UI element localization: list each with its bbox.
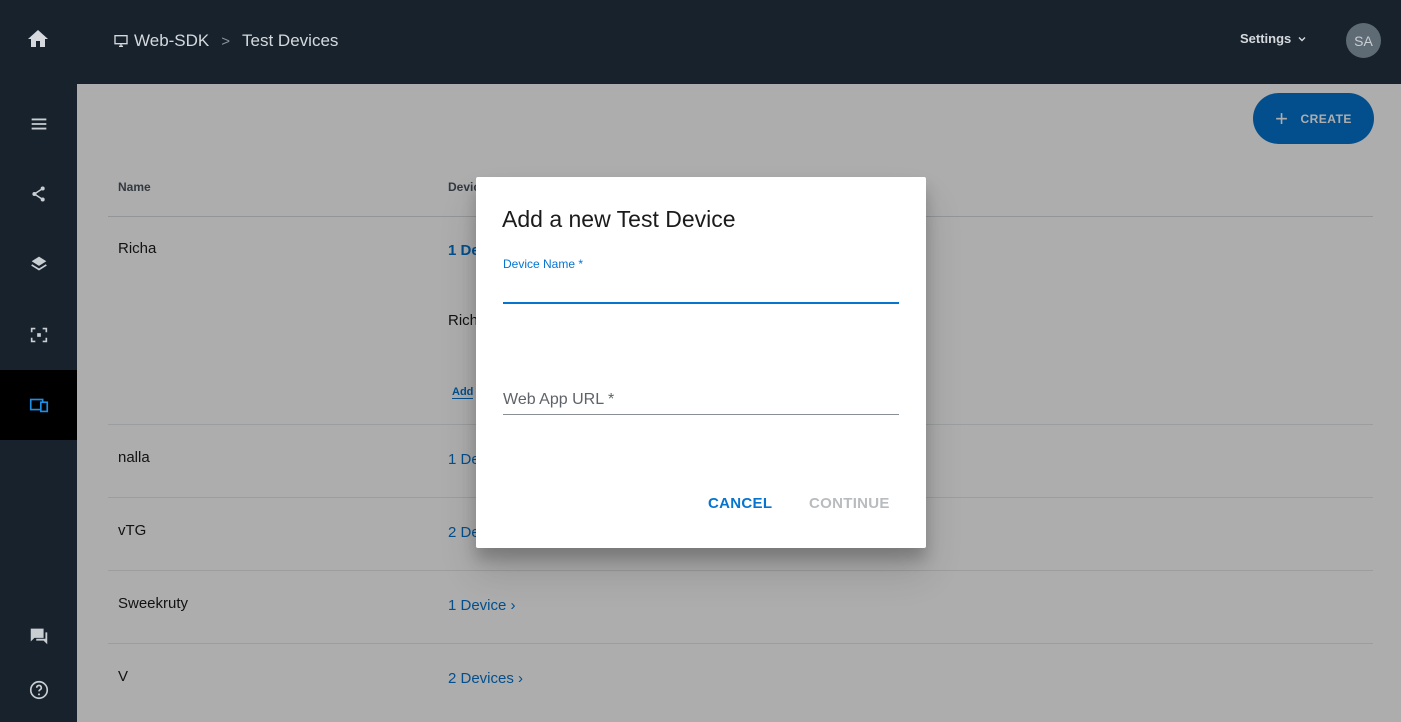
settings-menu[interactable]: Settings: [1240, 31, 1307, 46]
share-nodes-icon: [31, 186, 45, 202]
device-name-field[interactable]: [503, 272, 899, 304]
breadcrumb: Web-SDK > Test Devices: [113, 30, 338, 52]
avatar[interactable]: SA: [1346, 23, 1381, 58]
devices-icon: [29, 398, 48, 413]
settings-label: Settings: [1240, 31, 1292, 46]
continue-button[interactable]: CONTINUE: [809, 495, 890, 512]
home-icon[interactable]: [26, 27, 50, 51]
breadcrumb-project[interactable]: Web-SDK: [134, 31, 209, 51]
sidebar-item-menu[interactable]: [0, 89, 77, 159]
chat-icon: [30, 628, 47, 645]
breadcrumb-separator: >: [221, 32, 231, 50]
scan-frame-icon: [30, 327, 47, 343]
sidebar-item-scan[interactable]: [0, 300, 77, 370]
cancel-button[interactable]: CANCEL: [708, 495, 772, 512]
web-app-url-field[interactable]: [503, 385, 899, 415]
chevron-down-icon: [1298, 36, 1306, 41]
sidebar-item-help[interactable]: [0, 655, 77, 722]
sidebar-item-flows[interactable]: [0, 159, 77, 229]
monitor-icon: [114, 35, 128, 47]
dialog-title: Add a new Test Device: [502, 206, 736, 232]
layers-icon: [30, 256, 47, 271]
sidebar: [0, 84, 77, 722]
add-test-device-dialog: Add a new Test Device Device Name * CANC…: [476, 177, 926, 548]
help-icon: [29, 680, 48, 700]
sidebar-item-layers[interactable]: [0, 229, 77, 299]
device-name-label: Device Name *: [503, 257, 584, 271]
breadcrumb-current: Test Devices: [242, 31, 339, 50]
menu-icon: [31, 118, 46, 130]
top-bar: Web-SDK > Test Devices Settings SA: [0, 0, 1401, 84]
sidebar-item-test-devices[interactable]: [0, 370, 77, 440]
